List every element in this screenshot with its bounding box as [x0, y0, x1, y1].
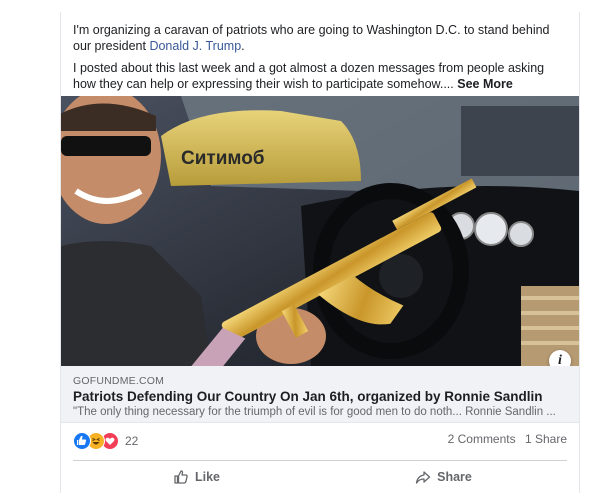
post-paragraph-2: I posted about this last week and a got … — [73, 60, 567, 92]
like-icon — [73, 432, 91, 450]
engagement-counts: 2 Comments 1 Share — [442, 432, 567, 446]
reaction-count: 22 — [125, 434, 139, 448]
link-domain: GOFUNDME.COM — [73, 375, 165, 387]
post-text-1: I'm organizing a caravan of patriots who… — [73, 23, 550, 53]
sunglasses — [61, 136, 151, 156]
share-button[interactable]: Share — [320, 464, 567, 490]
post-paragraph-1: I'm organizing a caravan of patriots who… — [73, 22, 567, 54]
reactions-summary[interactable]: 22 — [73, 432, 138, 450]
like-label: Like — [194, 470, 220, 484]
info-icon[interactable]: i — [549, 350, 571, 366]
link-preview-meta[interactable]: GOFUNDME.COM Patriots Defending Our Coun… — [61, 366, 579, 423]
taxi-sign-text: Ситимоб — [181, 148, 265, 169]
actions-divider — [73, 460, 567, 461]
photo-illustration: Ситимоб — [61, 96, 579, 366]
post-body: I'm organizing a caravan of patriots who… — [61, 12, 579, 92]
mention-link[interactable]: Donald J. Trump — [149, 39, 241, 53]
link-description: "The only thing necessary for the triump… — [73, 406, 556, 418]
post-actions: Like Share — [73, 464, 567, 490]
link-preview-image[interactable]: Ситимоб i — [61, 96, 579, 366]
facebook-post: I'm organizing a caravan of patriots who… — [60, 12, 580, 493]
thumbs-up-icon — [174, 470, 188, 484]
share-label: Share — [437, 470, 472, 484]
comments-count-link[interactable]: 2 Comments — [448, 432, 516, 446]
post-text-1-end: . — [241, 39, 245, 53]
link-title[interactable]: Patriots Defending Our Country On Jan 6t… — [73, 389, 543, 404]
shares-count-link[interactable]: 1 Share — [525, 432, 567, 446]
share-arrow-icon — [415, 471, 431, 484]
see-more-link[interactable]: See More — [457, 77, 513, 91]
post-stats: 22 2 Comments 1 Share — [73, 432, 567, 450]
like-button[interactable]: Like — [73, 464, 320, 490]
